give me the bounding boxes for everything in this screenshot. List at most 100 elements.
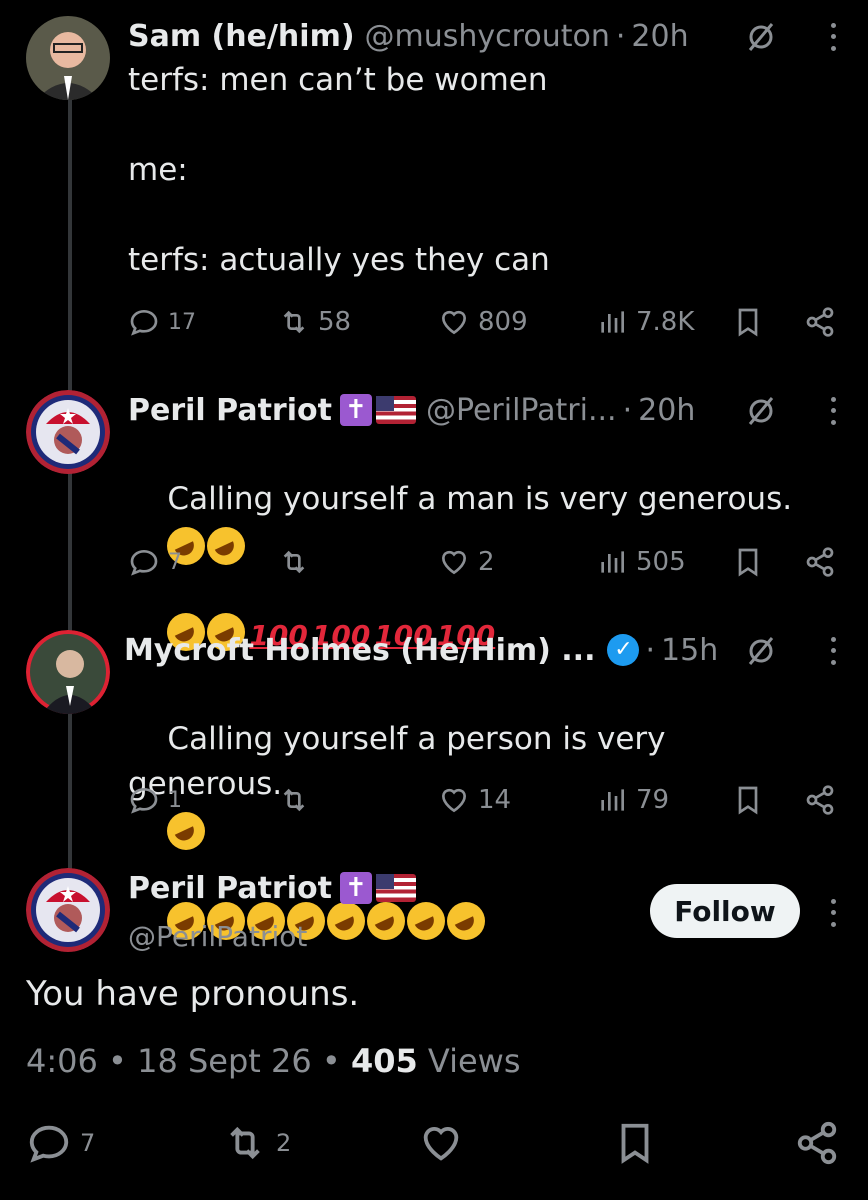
reply-count: 1 <box>168 787 182 813</box>
tweet-text: terfs: men can’t be women me: terfs: act… <box>128 62 550 278</box>
like-count: 809 <box>478 307 528 337</box>
reply-button[interactable]: 7 <box>26 1120 95 1166</box>
tweet-sam[interactable]: Sam (he/him) @mushycrouton · 20h terfs: … <box>0 0 868 370</box>
retweet-icon <box>230 1126 260 1160</box>
author-name[interactable]: Mycroft Holmes (He/Him) ... <box>124 633 595 668</box>
like-count: 2 <box>478 547 495 577</box>
timestamp[interactable]: 15h <box>661 633 718 668</box>
views-button[interactable]: 7.8K <box>596 306 694 338</box>
share-icon <box>806 547 834 577</box>
reply-count: 7 <box>80 1129 96 1157</box>
author-name[interactable]: Peril Patriot <box>128 393 332 428</box>
reply-icon <box>130 309 158 336</box>
retweet-count: 2 <box>276 1129 292 1157</box>
bookmark-icon <box>738 786 758 815</box>
reply-button[interactable]: 17 <box>128 306 196 338</box>
timestamp[interactable]: 20h <box>631 19 688 54</box>
views-count: 79 <box>636 785 670 815</box>
cross-icon: ✝ <box>339 394 372 426</box>
avatar[interactable] <box>26 630 110 714</box>
author-name[interactable]: Peril Patriot <box>128 871 332 906</box>
avatar[interactable] <box>26 16 110 100</box>
reply-button[interactable]: 7 <box>128 546 182 578</box>
like-button[interactable] <box>418 1120 464 1166</box>
author-name[interactable]: Sam (he/him) <box>128 19 355 54</box>
author-handle[interactable]: @PerilPatriot <box>128 920 307 953</box>
heart-icon <box>441 788 467 813</box>
tweet-meta: 4:06 • 18 Sept 26 • 405 Views <box>26 1042 521 1080</box>
timestamp[interactable]: 20h <box>638 393 695 428</box>
avatar[interactable] <box>26 390 110 474</box>
views-icon <box>601 789 624 811</box>
verified-badge-icon: ✓ <box>607 634 640 666</box>
reply-button[interactable]: 1 <box>128 784 182 816</box>
like-count: 14 <box>478 785 512 815</box>
author-handle[interactable]: @mushycrouton <box>365 19 610 54</box>
retweet-button[interactable]: 58 <box>278 306 351 338</box>
us-flag-icon <box>375 874 416 902</box>
us-flag-icon <box>375 396 416 424</box>
heart-icon <box>441 550 467 575</box>
bookmark-icon <box>738 548 758 577</box>
views-icon <box>601 551 624 573</box>
tweet-time[interactable]: 4:06 <box>26 1042 98 1080</box>
more-options-icon[interactable] <box>828 394 838 428</box>
share-icon <box>806 785 834 815</box>
views-button[interactable]: 79 <box>596 784 669 816</box>
reply-icon <box>29 1125 69 1163</box>
heart-icon <box>423 1126 459 1161</box>
grok-icon[interactable] <box>744 394 778 428</box>
heart-icon <box>441 310 467 335</box>
tweet-date[interactable]: 18 Sept 26 <box>137 1042 312 1080</box>
views-count: 505 <box>636 547 686 577</box>
author-handle[interactable]: @PerilPatri... <box>426 393 617 428</box>
grok-icon[interactable] <box>744 20 778 54</box>
share-button[interactable] <box>804 546 836 578</box>
reply-icon <box>130 787 158 814</box>
share-button[interactable] <box>794 1120 840 1166</box>
bookmark-icon <box>621 1123 649 1164</box>
action-bar: 1 14 79 <box>128 778 840 822</box>
reply-icon <box>130 549 158 576</box>
avatar[interactable] <box>26 868 110 952</box>
name-flair: ✝ <box>339 872 416 904</box>
share-icon <box>797 1121 837 1165</box>
retweet-count: 58 <box>318 307 352 337</box>
retweet-icon <box>283 310 305 334</box>
cross-icon: ✝ <box>339 872 372 904</box>
separator-dot: • <box>321 1042 341 1080</box>
retweet-button[interactable]: 2 <box>222 1120 291 1166</box>
more-options-icon[interactable] <box>828 634 838 668</box>
retweet-button[interactable] <box>278 546 318 578</box>
retweet-button[interactable] <box>278 784 318 816</box>
share-button[interactable] <box>804 306 836 338</box>
like-button[interactable]: 14 <box>438 784 511 816</box>
reply-count: 7 <box>168 549 182 575</box>
like-button[interactable]: 809 <box>438 306 528 338</box>
views-icon <box>601 311 624 333</box>
separator-dot: · <box>645 632 656 668</box>
views-button[interactable]: 505 <box>596 546 686 578</box>
tweet-peril-reply[interactable]: Peril Patriot ✝ @PerilPatri... · 20h Cal… <box>0 370 868 652</box>
reply-count: 17 <box>168 309 196 335</box>
bookmark-button[interactable] <box>732 546 764 578</box>
views-count: 405 <box>350 1042 418 1080</box>
like-button[interactable]: 2 <box>438 546 495 578</box>
separator-dot: · <box>615 18 626 54</box>
main-action-bar: 7 2 <box>26 1120 842 1170</box>
tweet-mycroft[interactable]: Mycroft Holmes (He/Him) ... ✓ · 15h Call… <box>0 610 868 940</box>
separator-dot: · <box>622 392 633 428</box>
grok-icon[interactable] <box>744 634 778 668</box>
action-bar: 17 58 809 7.8K <box>128 300 840 344</box>
bookmark-button[interactable] <box>732 784 764 816</box>
retweet-icon <box>283 788 305 812</box>
share-button[interactable] <box>804 784 836 816</box>
bookmark-button[interactable] <box>732 306 764 338</box>
more-options-icon[interactable] <box>828 896 838 930</box>
views-count: 7.8K <box>636 307 695 337</box>
bookmark-button[interactable] <box>612 1120 658 1166</box>
bookmark-icon <box>738 308 758 337</box>
views-label: Views <box>427 1042 521 1080</box>
more-options-icon[interactable] <box>828 20 838 54</box>
follow-button[interactable]: Follow <box>650 884 800 938</box>
